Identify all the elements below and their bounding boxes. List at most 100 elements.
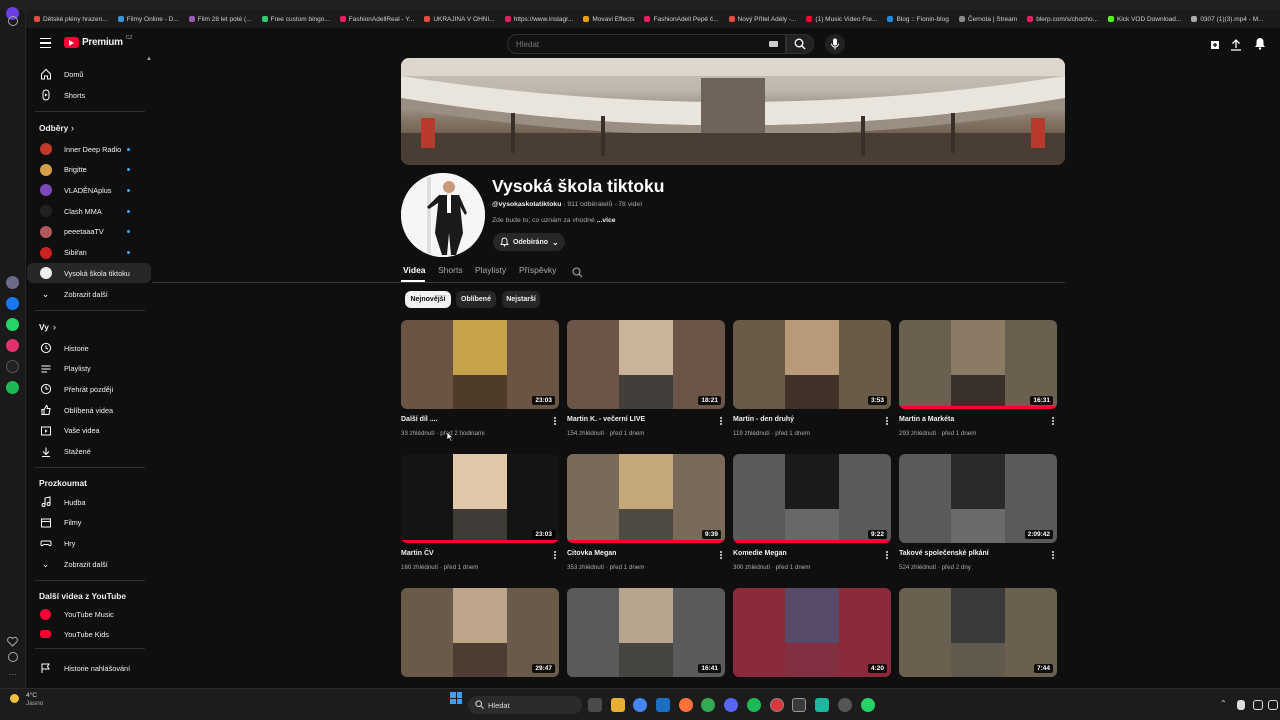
sidebar-show-more[interactable]: ⌄ Zobrazit další <box>27 284 151 304</box>
tab-videos[interactable]: Videa <box>403 265 426 275</box>
video-title[interactable]: Martin K. - večerní LIVE <box>567 416 645 423</box>
tab-playlists[interactable]: Playlisty <box>475 265 506 275</box>
chip-oldest[interactable]: Nejstarší <box>502 291 540 308</box>
sidebar-scroll-up-icon[interactable]: ▲ <box>146 56 152 62</box>
video-card[interactable]: 2:09:42 Takové společenské plkání 524 zhlé… <box>899 454 1057 576</box>
task-view-icon[interactable] <box>588 698 602 712</box>
microphone-icon[interactable] <box>1237 700 1245 710</box>
app-icon[interactable] <box>6 276 19 289</box>
spotify-icon[interactable] <box>747 698 761 712</box>
create-icon[interactable] <box>1209 38 1221 50</box>
more-actions-icon[interactable] <box>1049 416 1057 426</box>
chip-popular[interactable]: Oblíbené <box>456 291 496 308</box>
bookmark-item[interactable]: Filmy Online - D... <box>117 16 179 23</box>
search-button[interactable] <box>786 34 814 54</box>
video-thumbnail[interactable]: 2:09:42 <box>899 454 1057 543</box>
more-actions-icon[interactable] <box>1049 550 1057 560</box>
search-input[interactable] <box>516 38 756 51</box>
channel-description[interactable]: Zde bude to, co uznám za vhodné ...více <box>492 217 616 224</box>
windows-start-icon[interactable] <box>450 692 462 704</box>
more-actions-icon[interactable] <box>717 416 725 426</box>
sidebar-you-item[interactable]: Oblíbená videa <box>27 400 151 420</box>
video-card[interactable]: 16:41 <box>567 588 725 688</box>
more-actions-icon[interactable] <box>717 550 725 560</box>
channel-search-icon[interactable] <box>572 265 583 283</box>
sidebar-subscription-item[interactable]: Sibiřan <box>27 243 151 263</box>
video-card[interactable]: 23:03 Další díl .... 33 zhlédnutí · před 2… <box>401 320 559 442</box>
video-card[interactable]: 7:44 <box>899 588 1057 688</box>
video-title[interactable]: Citovka Megan <box>567 550 616 557</box>
video-thumbnail[interactable]: 7:44 <box>899 588 1057 677</box>
app-icon[interactable] <box>792 698 806 712</box>
chip-newest[interactable]: Nejnovější <box>405 291 451 308</box>
video-thumbnail[interactable]: 18:21 <box>567 320 725 409</box>
bookmark-item[interactable]: Film 28 let poté (... <box>188 16 252 23</box>
video-card[interactable]: 16:31 Martin a Markéta 293 zhlédnutí · pře… <box>899 320 1057 442</box>
video-card[interactable]: 18:21 Martin K. - večerní LIVE 154 zhlédnu… <box>567 320 725 442</box>
video-thumbnail[interactable]: 16:41 <box>567 588 725 677</box>
whatsapp-icon[interactable] <box>6 318 19 331</box>
tiktok-icon[interactable] <box>6 360 19 373</box>
discord-icon[interactable] <box>724 698 738 712</box>
clock-icon[interactable] <box>8 652 18 662</box>
voice-search-button[interactable] <box>825 34 845 54</box>
video-card[interactable]: 29:47 <box>401 588 559 688</box>
keyboard-icon[interactable] <box>769 41 778 47</box>
sidebar-subscription-item[interactable]: Vysoká škola tiktoku <box>27 263 151 284</box>
video-thumbnail[interactable]: 4:20 <box>733 588 891 677</box>
bookmark-item[interactable]: FashionAdell Pepé č... <box>644 16 719 23</box>
sidebar-explore-item[interactable]: Hudba <box>27 492 151 512</box>
notifications-bell-icon[interactable] <box>1254 37 1266 50</box>
messenger-icon[interactable] <box>6 297 19 310</box>
video-title[interactable]: Další díl .... <box>401 416 438 423</box>
sidebar-you-item[interactable]: Stažené <box>27 442 151 462</box>
bookmark-item[interactable]: https://www.instagr... <box>504 16 573 23</box>
instagram-icon[interactable] <box>6 339 19 352</box>
bookmark-item[interactable]: UKRAJINA V OHNI... <box>424 16 495 23</box>
video-thumbnail[interactable]: 16:31 <box>899 320 1057 409</box>
bookmark-item[interactable]: (1) Music Video Fre... <box>806 16 877 23</box>
sidebar-item-home[interactable]: Domů <box>27 64 151 84</box>
chrome-icon[interactable] <box>633 698 647 712</box>
video-card[interactable]: 4:20 <box>733 588 891 688</box>
sidebar-subscription-item[interactable]: Inner Deep Radio <box>27 139 151 159</box>
file-explorer-icon[interactable] <box>611 698 625 712</box>
sidebar-subscriptions-heading[interactable]: Odběry › <box>27 118 151 138</box>
sidebar-subscription-item[interactable]: Clash MMA <box>27 201 151 221</box>
video-thumbnail[interactable]: 9:22 <box>733 454 891 543</box>
video-title[interactable]: Martin ČV <box>401 550 434 557</box>
sidebar-you-item[interactable]: Playlisty <box>27 359 151 379</box>
app-icon[interactable] <box>815 698 829 712</box>
sidebar-subscription-item[interactable]: peeetaaaTV <box>27 222 151 242</box>
video-title[interactable]: Martin - den druhý <box>733 416 794 423</box>
more-actions-icon[interactable] <box>551 550 559 560</box>
channel-avatar[interactable] <box>401 173 485 257</box>
sidebar-explore-item[interactable]: Hry <box>27 533 151 553</box>
tab-posts[interactable]: Příspěvky <box>519 265 556 275</box>
spotify-icon[interactable] <box>6 381 19 394</box>
network-icon[interactable] <box>1268 700 1278 710</box>
video-card[interactable]: 3:53 Martin - den druhý 119 zhlédnutí · př… <box>733 320 891 442</box>
sidebar-subscription-item[interactable]: Brigitte <box>27 160 151 180</box>
bookmark-item[interactable]: Dětské plény hrazen... <box>34 16 108 23</box>
bookmark-item[interactable]: blerp.com/s/chocho... <box>1027 16 1098 23</box>
home-icon[interactable] <box>8 16 18 26</box>
description-more-link[interactable]: ...více <box>597 217 616 224</box>
bookmark-item[interactable]: Free custom bingo... <box>261 16 330 23</box>
bookmark-item[interactable]: FashionAdellReal - Y... <box>339 16 414 23</box>
more-actions-icon[interactable] <box>883 416 891 426</box>
bookmark-item[interactable]: Černota | Stream <box>958 16 1017 23</box>
bookmark-item[interactable]: Blog :: Fionin-blog <box>887 16 949 23</box>
video-card[interactable]: 23:03 Martin ČV 160 zhlédnutí · před 1 dne… <box>401 454 559 576</box>
browser-icon[interactable] <box>701 698 715 712</box>
bookmark-item[interactable]: Movavi Effects <box>583 16 634 23</box>
more-actions-icon[interactable] <box>883 550 891 560</box>
more-icon[interactable]: ··· <box>6 670 19 683</box>
video-title[interactable]: Martin a Markéta <box>899 416 954 423</box>
sidebar-subscription-item[interactable]: VLADĚNAplus <box>27 180 151 200</box>
opera-icon[interactable] <box>770 698 784 712</box>
taskbar-search[interactable]: Hledat <box>468 696 582 714</box>
search-box[interactable] <box>507 34 786 54</box>
steam-icon[interactable] <box>656 698 670 712</box>
more-actions-icon[interactable] <box>551 416 559 426</box>
